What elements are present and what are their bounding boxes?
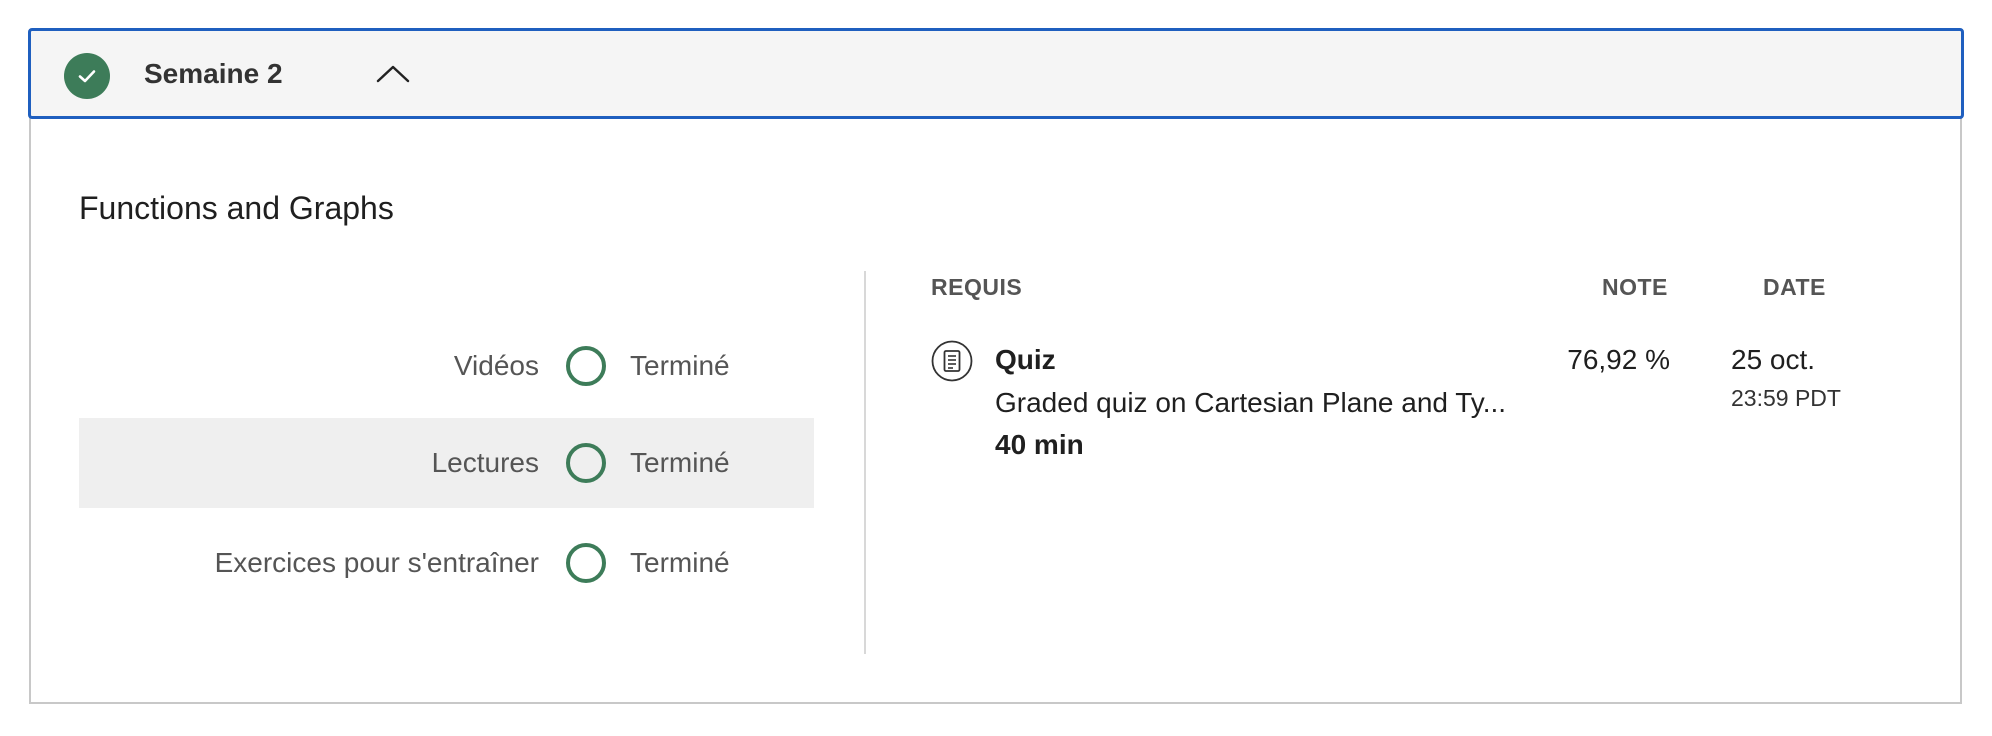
progress-ring-icon [566,443,606,483]
module-title: Functions and Graphs [79,190,394,226]
quiz-document-icon [931,340,973,382]
progress-status: Terminé [630,547,730,578]
quiz-due-date: 25 oct. [1731,344,1816,375]
progress-row-lectures[interactable]: Lectures Terminé [79,418,814,508]
progress-ring-icon [566,346,606,386]
quiz-description: Graded quiz on Cartesian Plane and Ty... [995,387,1507,418]
progress-status: Terminé [630,447,730,478]
header-date: DATE [1763,274,1826,300]
header-grade: NOTE [1602,274,1668,300]
quiz-link[interactable]: Quiz [995,344,1056,376]
progress-label: Lectures [431,447,539,478]
quiz-due-time: 23:59 PDT [1731,385,1841,411]
check-circle-icon [64,53,110,99]
column-divider [864,271,866,654]
week-header[interactable]: Semaine 2 [28,28,1964,119]
progress-status: Terminé [630,350,730,381]
progress-label: Exercices pour s'entraîner [214,547,539,578]
progress-ring-icon [566,543,606,583]
quiz-grade: 76,92 % [1567,344,1670,375]
progress-row-exercises[interactable]: Exercices pour s'entraîner Terminé [79,518,814,608]
header-required: REQUIS [931,274,1023,300]
progress-row-videos[interactable]: Vidéos Terminé [79,321,814,411]
week-title: Semaine 2 [144,58,283,89]
quiz-duration: 40 min [995,429,1084,460]
chevron-up-icon[interactable] [373,59,413,89]
progress-label: Vidéos [453,350,539,381]
